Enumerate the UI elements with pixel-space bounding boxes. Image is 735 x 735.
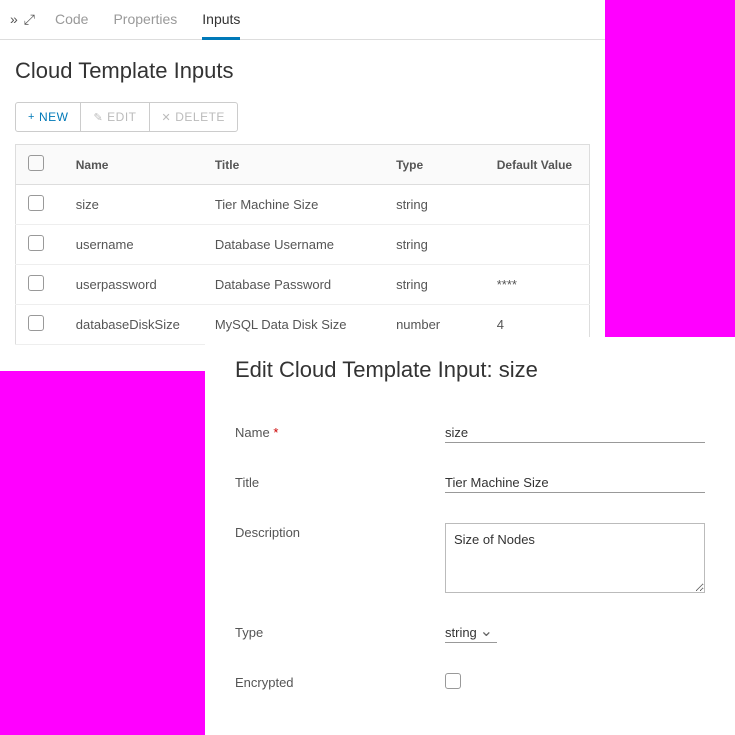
- edit-panel: Edit Cloud Template Input: size Name * T…: [205, 337, 735, 735]
- label-description: Description: [235, 523, 445, 540]
- header-type: Type: [388, 145, 489, 185]
- form-row-title: Title: [235, 473, 705, 493]
- tab-inputs[interactable]: Inputs: [202, 1, 240, 40]
- edit-button-label: EDIT: [107, 110, 136, 124]
- form-row-description: Description: [235, 523, 705, 593]
- plus-icon: +: [28, 111, 35, 123]
- cell-default: [489, 185, 590, 225]
- cell-title: Database Username: [207, 225, 388, 265]
- select-all-checkbox[interactable]: [28, 155, 44, 171]
- form-row-type: Type string: [235, 623, 705, 643]
- cell-name: size: [56, 185, 207, 225]
- edit-panel-title: Edit Cloud Template Input: size: [235, 357, 705, 383]
- delete-button-label: DELETE: [175, 110, 225, 124]
- header-name: Name: [56, 145, 207, 185]
- cell-default: ****: [489, 265, 590, 305]
- action-bar: + NEW ✎ EDIT ✕ DELETE: [0, 102, 605, 132]
- required-indicator: *: [273, 425, 278, 440]
- row-checkbox[interactable]: [28, 235, 44, 251]
- title-field[interactable]: [445, 473, 705, 493]
- page-title: Cloud Template Inputs: [0, 40, 605, 102]
- edit-heading-prefix: Edit Cloud Template Input:: [235, 357, 499, 382]
- cell-title: Tier Machine Size: [207, 185, 388, 225]
- label-name: Name *: [235, 423, 445, 440]
- header-default: Default Value: [489, 145, 590, 185]
- name-field[interactable]: [445, 423, 705, 443]
- tabs: Code Properties Inputs: [55, 1, 240, 39]
- type-select-wrap: string: [445, 623, 497, 643]
- edit-heading-value: size: [499, 357, 538, 382]
- tab-code[interactable]: Code: [55, 1, 88, 39]
- cell-type: string: [388, 225, 489, 265]
- form-row-encrypted: Encrypted: [235, 673, 705, 690]
- inputs-table: Name Title Type Default Value size Tier …: [15, 144, 590, 345]
- label-type: Type: [235, 623, 445, 640]
- pencil-icon: ✎: [93, 111, 103, 124]
- cell-default: [489, 225, 590, 265]
- edit-button[interactable]: ✎ EDIT: [80, 102, 149, 132]
- cell-type: string: [388, 265, 489, 305]
- description-field[interactable]: [445, 523, 705, 593]
- label-title: Title: [235, 473, 445, 490]
- cell-name: databaseDiskSize: [56, 305, 207, 345]
- row-checkbox[interactable]: [28, 315, 44, 331]
- label-encrypted: Encrypted: [235, 673, 445, 690]
- table-wrap: Name Title Type Default Value size Tier …: [0, 132, 605, 345]
- type-select[interactable]: string: [445, 623, 497, 643]
- main-panel: » ⤢ Code Properties Inputs Cloud Templat…: [0, 0, 605, 371]
- cell-title: Database Password: [207, 265, 388, 305]
- table-row[interactable]: username Database Username string: [16, 225, 590, 265]
- cell-type: string: [388, 185, 489, 225]
- table-row[interactable]: userpassword Database Password string **…: [16, 265, 590, 305]
- new-button[interactable]: + NEW: [15, 102, 81, 132]
- form-row-name: Name *: [235, 423, 705, 443]
- expand-icon[interactable]: ⤢: [24, 11, 35, 28]
- new-button-label: NEW: [39, 110, 69, 124]
- delete-button[interactable]: ✕ DELETE: [149, 102, 238, 132]
- chevron-right-icon[interactable]: »: [10, 11, 18, 28]
- header-title: Title: [207, 145, 388, 185]
- row-checkbox[interactable]: [28, 275, 44, 291]
- cell-name: username: [56, 225, 207, 265]
- row-checkbox[interactable]: [28, 195, 44, 211]
- table-row[interactable]: size Tier Machine Size string: [16, 185, 590, 225]
- top-bar: » ⤢ Code Properties Inputs: [0, 0, 605, 40]
- encrypted-checkbox[interactable]: [445, 673, 461, 689]
- tab-properties[interactable]: Properties: [113, 1, 177, 39]
- x-icon: ✕: [162, 111, 172, 124]
- expand-icons: » ⤢: [10, 11, 35, 28]
- header-checkbox: [16, 145, 56, 185]
- cell-name: userpassword: [56, 265, 207, 305]
